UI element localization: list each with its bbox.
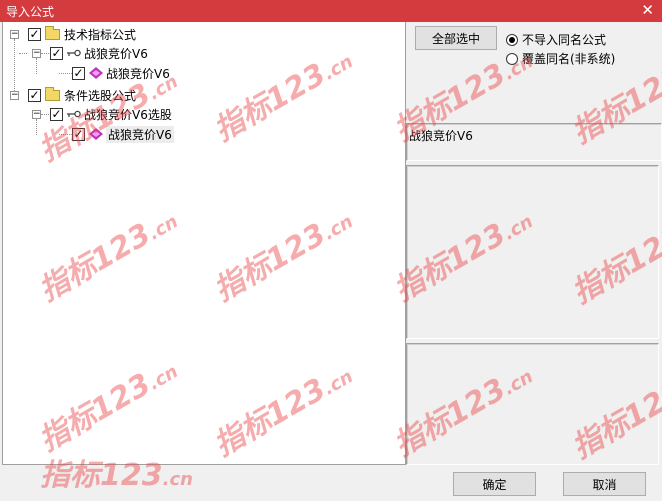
radio-overwrite[interactable]: 覆盖同名(非系统) xyxy=(506,50,615,67)
checkbox[interactable]: ✓ xyxy=(72,127,85,141)
close-icon[interactable]: ✕ xyxy=(641,1,654,19)
checkbox[interactable]: ✓ xyxy=(28,88,41,102)
formula-name-text: 战狼竞价V6 xyxy=(409,129,473,143)
formula-icon xyxy=(89,67,103,79)
checkbox[interactable]: ✓ xyxy=(28,27,41,41)
window-title: 导入公式 xyxy=(6,5,55,19)
key-icon xyxy=(67,110,81,118)
expander-icon[interactable]: − xyxy=(10,30,19,39)
expander-icon[interactable]: − xyxy=(10,91,19,100)
tree-leaf-formula[interactable]: ✓ 战狼竞价V6 xyxy=(72,64,170,82)
tree-group-screening[interactable]: ✓ 条件选股公式 xyxy=(28,86,136,104)
tree-connector xyxy=(36,119,37,135)
ok-button[interactable]: 确定 xyxy=(453,472,536,496)
tree-connector xyxy=(41,114,49,115)
checkbox[interactable]: ✓ xyxy=(72,66,85,80)
tree-item-formula[interactable]: ✓ 战狼竞价V6选股 xyxy=(50,105,172,123)
checkbox[interactable]: ✓ xyxy=(50,46,63,60)
radio-icon[interactable] xyxy=(506,33,518,46)
preview-box xyxy=(406,343,659,465)
key-icon xyxy=(67,49,81,57)
select-all-button[interactable]: 全部选中 xyxy=(415,26,497,50)
checkbox[interactable]: ✓ xyxy=(50,107,63,121)
radio-icon[interactable] xyxy=(506,52,518,65)
tree-leaf-label: 战狼竞价V6 xyxy=(106,66,170,81)
formula-tree[interactable]: − ✓ 技术指标公式 − ✓ 战狼竞价V6 ✓ 战狼竞价V6 − ✓ 条件选股公… xyxy=(2,22,406,465)
description-box xyxy=(406,165,659,339)
expander-icon[interactable]: − xyxy=(32,49,41,58)
tree-item-label: 战狼竞价V6 xyxy=(84,46,148,61)
tree-connector xyxy=(36,58,37,74)
tree-group-label: 技术指标公式 xyxy=(64,27,137,42)
tree-connector xyxy=(19,53,27,54)
cancel-button[interactable]: 取消 xyxy=(563,472,646,496)
radio-label: 不导入同名公式 xyxy=(522,33,607,47)
tree-group-label: 条件选股公式 xyxy=(64,88,137,103)
tree-item-formula[interactable]: ✓ 战狼竞价V6 xyxy=(50,44,148,62)
tree-group-technical[interactable]: ✓ 技术指标公式 xyxy=(28,25,136,43)
tree-leaf-label: 战狼竞价V6 xyxy=(106,125,174,143)
tree-connector xyxy=(41,53,49,54)
folder-icon xyxy=(45,86,60,101)
formula-icon xyxy=(89,128,103,140)
radio-label: 覆盖同名(非系统) xyxy=(522,52,616,66)
expander-icon[interactable]: − xyxy=(32,110,41,119)
options-panel: 全部选中 不导入同名公式 覆盖同名(非系统) 战狼竞价V6 xyxy=(406,22,662,465)
radio-skip-duplicates[interactable]: 不导入同名公式 xyxy=(506,31,606,48)
tree-connector xyxy=(14,39,15,95)
title-bar: 导入公式 ✕ xyxy=(0,0,662,22)
tree-item-label: 战狼竞价V6选股 xyxy=(84,107,172,122)
tree-leaf-formula[interactable]: ✓ 战狼竞价V6 xyxy=(72,125,174,143)
folder-icon xyxy=(45,25,60,40)
